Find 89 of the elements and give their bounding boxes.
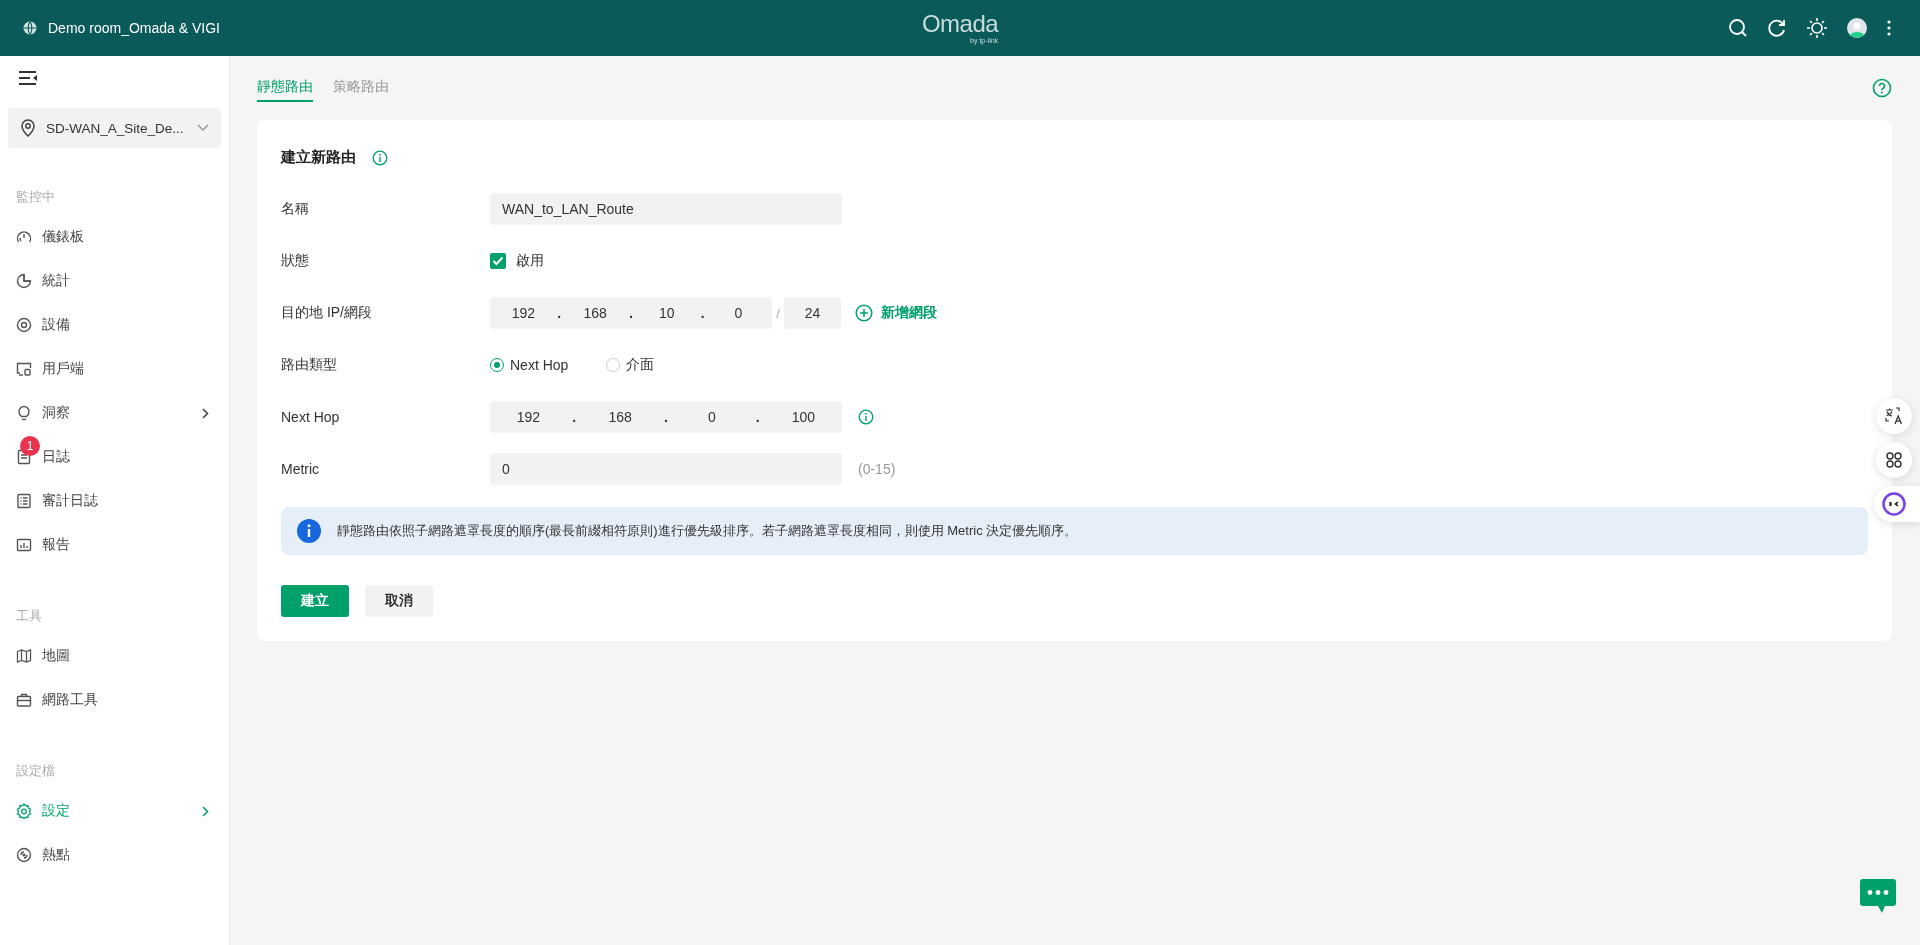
nav-item[interactable]: 設定 — [8, 789, 221, 833]
info-icon[interactable] — [372, 149, 388, 166]
globe-icon — [22, 20, 38, 36]
nav-item[interactable]: 設備 — [8, 303, 221, 347]
nav-item[interactable]: 洞察 — [8, 391, 221, 435]
nav-label: 熱點 — [42, 846, 71, 864]
chat-icon[interactable] — [1860, 879, 1896, 913]
map-icon — [16, 648, 32, 664]
nav-item[interactable]: 熱點 — [8, 833, 221, 877]
field-label: 路由類型 — [281, 356, 338, 374]
nav-label: 統計 — [42, 272, 71, 290]
lightbulb-icon — [16, 405, 32, 421]
section-heading: 監控中 — [15, 188, 56, 206]
nav-label: 報告 — [42, 536, 71, 554]
logo-text: Omada — [921, 12, 999, 36]
hotspot-icon — [16, 847, 32, 863]
list-icon — [16, 493, 32, 509]
translate-icon — [1885, 407, 1903, 425]
toolbox-icon — [16, 692, 32, 708]
site-title: Demo room_Omada & VIGI — [48, 20, 220, 36]
nav-label: 日誌 — [42, 448, 71, 466]
nav-label: 審計日誌 — [42, 492, 99, 510]
chevron-down-icon — [197, 124, 209, 132]
apps-button[interactable] — [1876, 442, 1912, 478]
slash-separator: / — [775, 305, 781, 321]
form-title: 建立新路由 — [281, 148, 356, 167]
info-icon — [297, 519, 321, 543]
checkbox-label: 啟用 — [516, 252, 544, 270]
nav-label: 地圖 — [42, 647, 71, 665]
mask-field[interactable]: 24 — [784, 297, 841, 329]
monitor-icon — [16, 361, 32, 377]
search-icon[interactable] — [1728, 18, 1748, 38]
document-icon — [16, 449, 32, 465]
refresh-icon[interactable] — [1767, 18, 1787, 38]
nav-item[interactable]: 審計日誌 — [8, 479, 221, 523]
notification-badge: 1 — [20, 436, 40, 456]
nav-label: 網路工具 — [42, 691, 99, 709]
nav-item[interactable]: 儀錶板 — [8, 215, 221, 259]
ip-address-field[interactable]: 192 . 168 . 10 . 0 — [490, 297, 772, 329]
text-field[interactable]: WAN_to_LAN_Route — [490, 193, 842, 225]
sun-icon[interactable] — [1806, 17, 1828, 39]
nav-item[interactable]: 網路工具 — [8, 678, 221, 722]
radio-option[interactable]: Next Hop — [490, 356, 569, 374]
apps-icon — [1885, 451, 1903, 469]
text-field[interactable]: 0 — [490, 453, 842, 485]
translate-button[interactable] — [1876, 398, 1912, 434]
info-icon[interactable] — [858, 409, 874, 425]
section-heading: 工具 — [15, 607, 43, 625]
collapse-menu-icon[interactable] — [18, 70, 38, 86]
device-icon — [16, 317, 32, 333]
help-icon[interactable] — [1872, 78, 1892, 98]
plus-circle-icon — [855, 304, 873, 322]
field-label: 名稱 — [281, 200, 310, 218]
gauge-icon — [16, 229, 32, 245]
radio-label: 介面 — [626, 356, 655, 374]
nav-item[interactable]: 用戶端 — [8, 347, 221, 391]
nav-item[interactable]: 報告 — [8, 523, 221, 567]
robot-face-icon — [1882, 492, 1906, 516]
settings-icon — [16, 803, 32, 819]
nav-label: 洞察 — [42, 404, 71, 422]
site-selector[interactable]: SD-WAN_A_Site_De... — [8, 108, 221, 148]
nav-item[interactable]: 地圖 — [8, 634, 221, 678]
field-label: Metric — [281, 461, 321, 477]
section-heading: 設定檔 — [15, 762, 56, 780]
checkmark-icon — [492, 256, 504, 266]
nav-item[interactable]: 統計 — [8, 259, 221, 303]
field-label: Next Hop — [281, 409, 341, 425]
nav-label: 設備 — [42, 316, 71, 334]
nav-item[interactable]: 1 日誌 — [8, 435, 221, 479]
bar-chart-icon — [16, 537, 32, 553]
avatar-icon[interactable] — [1847, 18, 1867, 38]
pie-chart-icon — [16, 273, 32, 289]
more-icon[interactable] — [1886, 18, 1892, 38]
nav-label: 用戶端 — [42, 360, 85, 378]
radio-label: Next Hop — [510, 357, 569, 373]
field-label: 狀態 — [281, 252, 310, 270]
field-label: 目的地 IP/網段 — [281, 304, 373, 322]
nav-label: 設定 — [42, 802, 71, 820]
chevron-right-icon — [202, 407, 209, 419]
radio-option[interactable]: 介面 — [606, 356, 655, 374]
ip-address-field[interactable]: 192 . 168 . 0 . 100 — [490, 401, 842, 433]
chevron-right-icon — [202, 805, 209, 817]
range-hint: (0-15) — [858, 461, 896, 477]
location-pin-icon — [20, 119, 36, 137]
cancel-button[interactable]: 取消 — [365, 585, 433, 617]
info-text: 靜態路由依照子網路遮罩長度的順序(最長前綴相符原則)進行優先級排序。若子網路遮罩長度相同，則使用 Metric 決定優先順序。 — [337, 522, 1078, 540]
assistant-button[interactable] — [1874, 486, 1920, 522]
checkbox[interactable] — [490, 253, 506, 269]
nav-label: 儀錶板 — [42, 228, 85, 246]
